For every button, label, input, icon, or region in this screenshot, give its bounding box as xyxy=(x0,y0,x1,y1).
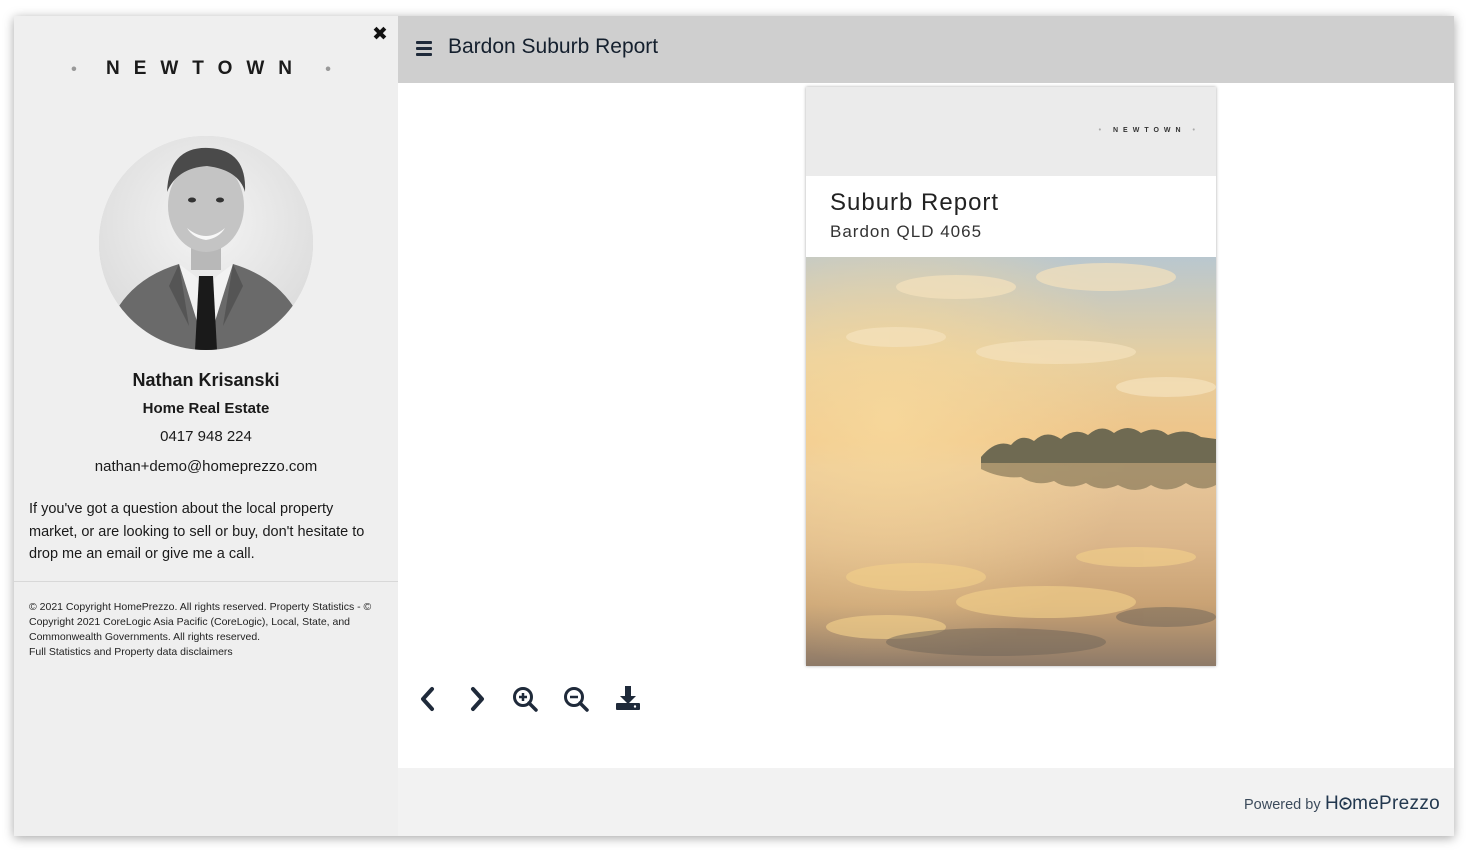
logo-dot-right: • xyxy=(325,61,341,78)
viewer-footer: Powered by HmePrezzo xyxy=(398,768,1454,836)
zoom-out-icon[interactable] xyxy=(562,683,592,715)
home-o-icon xyxy=(1339,797,1352,810)
agent-bio: If you've got a question about the local… xyxy=(29,501,365,562)
agent-email[interactable]: nathan+demo@homeprezzo.com xyxy=(14,458,398,475)
page-logo: • NEWTOWN • xyxy=(1099,127,1200,134)
download-icon[interactable] xyxy=(613,683,643,715)
powered-by-homeprezzo[interactable]: Powered by HmePrezzo xyxy=(1244,793,1440,815)
hamburger-icon[interactable] xyxy=(416,41,432,56)
chevron-left-icon[interactable] xyxy=(414,683,444,715)
brand-h: H xyxy=(1325,793,1340,814)
agency-logo: • NEWTOWN • xyxy=(14,58,398,80)
agent-name: Nathan Krisanski xyxy=(132,370,280,390)
page-header-band: • NEWTOWN • xyxy=(806,87,1216,176)
copyright-notice: © 2021 Copyright HomePrezzo. All rights … xyxy=(29,600,385,660)
chevron-right-icon[interactable] xyxy=(462,683,492,715)
logo-dot-left: • xyxy=(71,61,87,78)
report-header: Bardon Suburb Report xyxy=(398,16,1454,83)
page-subheading: Bardon QLD 4065 xyxy=(830,222,983,241)
agent-sidebar: ✖ • NEWTOWN • Nathan Krisanski Home Real… xyxy=(14,16,398,836)
logo-text: NEWTOWN xyxy=(105,58,307,79)
document-viewer: • NEWTOWN • Suburb Report Bardon QLD 406… xyxy=(398,83,1454,768)
cover-photo-lake xyxy=(806,257,1216,666)
brand-rest: mePrezzo xyxy=(1352,793,1440,814)
page-heading: Suburb Report xyxy=(830,189,1000,216)
close-sidebar-button[interactable]: ✖ xyxy=(370,24,390,46)
agency-name: Home Real Estate xyxy=(142,400,270,417)
zoom-in-icon[interactable] xyxy=(511,683,541,715)
homeprezzo-logo: HmePrezzo xyxy=(1325,793,1440,814)
app-window: ✖ • NEWTOWN • Nathan Krisanski Home Real… xyxy=(14,16,1454,836)
disclaimer-link[interactable]: Full Statistics and Property data discla… xyxy=(29,645,385,660)
report-title: Bardon Suburb Report xyxy=(448,35,659,58)
page-logo-text: NEWTOWN xyxy=(1113,127,1186,134)
copyright-text: © 2021 Copyright HomePrezzo. All rights … xyxy=(29,601,372,643)
page-logo-dot-right: • xyxy=(1192,127,1200,134)
page-logo-dot-left: • xyxy=(1098,127,1107,134)
powered-by-text: Powered by xyxy=(1244,797,1321,813)
report-page-preview: • NEWTOWN • Suburb Report Bardon QLD 406… xyxy=(806,87,1216,666)
agent-avatar xyxy=(99,136,313,350)
agent-phone[interactable]: 0417 948 224 xyxy=(14,428,398,445)
sidebar-divider xyxy=(14,581,398,582)
